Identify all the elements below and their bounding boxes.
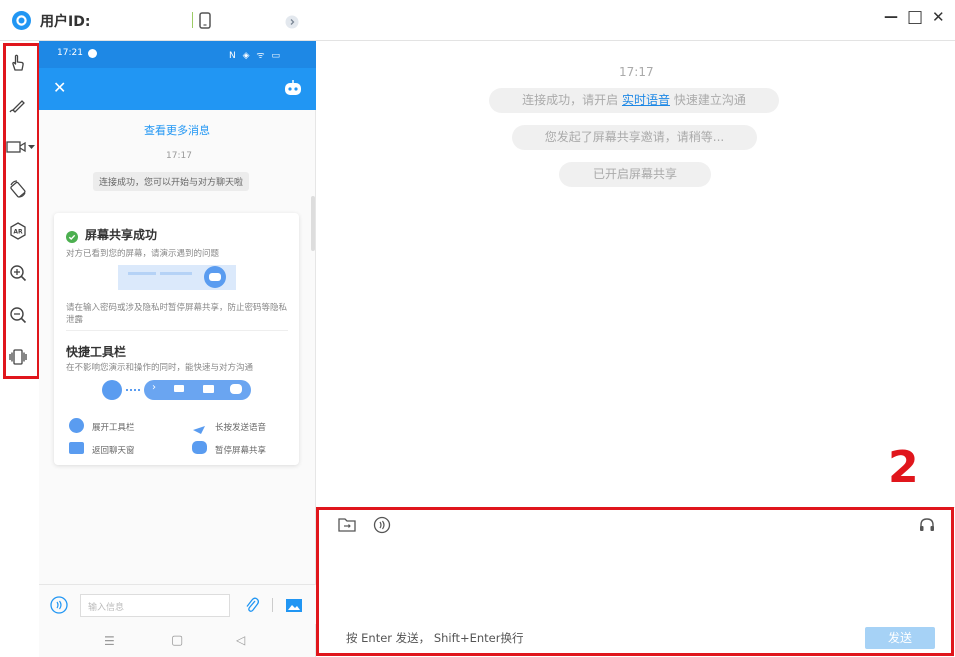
- annotation-box-2: [316, 507, 954, 656]
- phone-scrollbar[interactable]: [311, 196, 315, 251]
- title-divider: [192, 12, 193, 28]
- phone-voice-icon[interactable]: [50, 596, 68, 614]
- maximize-button[interactable]: □: [907, 7, 923, 27]
- image-icon[interactable]: [285, 598, 303, 613]
- phone-status-bar: 17:21 N ◈ ᯤ ▭: [39, 41, 316, 68]
- robot-icon[interactable]: [283, 79, 303, 97]
- voice-send-icon: [192, 420, 206, 434]
- screen-share-card: 屏幕共享成功 对方已看到您的屏幕，请演示遇到的问题 请在输入密码或涉及隐私时暂停…: [54, 213, 299, 465]
- success-check-icon: [66, 228, 78, 243]
- toolbar-item-expand: 展开工具栏: [92, 423, 135, 433]
- phone-screen[interactable]: 17:21 N ◈ ᯤ ▭ ✕ 查看更多消息 17:17 连接成功，您可以开始与…: [39, 41, 316, 657]
- phone-device-icon[interactable]: [199, 12, 211, 29]
- toolbar-title: 快捷工具栏: [66, 345, 127, 359]
- status-app-icon: [88, 49, 97, 58]
- card-divider: [66, 330, 288, 331]
- toolbar-item-chat: 返回聊天窗: [92, 446, 135, 456]
- toolbar-desc: 在不影响您演示和操作的同时，能快速与对方沟通: [66, 363, 254, 373]
- close-button[interactable]: ✕: [932, 8, 945, 26]
- phone-chat-time: 17:17: [166, 151, 192, 161]
- phone-header: ✕: [39, 68, 316, 110]
- card-subtitle: 对方已看到您的屏幕，请演示遇到的问题: [66, 249, 220, 259]
- more-messages-link[interactable]: 查看更多消息: [144, 122, 210, 138]
- app-logo-icon: [11, 10, 32, 31]
- input-separator: [272, 598, 273, 612]
- phone-input-placeholder: 输入信息: [88, 603, 125, 613]
- chat-message-sharing: 已开启屏幕共享: [559, 162, 711, 187]
- toolbar-item-voice: 长按发送语音: [215, 423, 267, 433]
- nav-menu-button[interactable]: ☰: [104, 634, 115, 648]
- pause-share-icon: [192, 441, 207, 454]
- title-bar: 用户ID: — □ ✕: [0, 0, 955, 41]
- annotation-box-1: [3, 43, 40, 379]
- chat-message-connected-prefix: 连接成功，请开启: [522, 93, 622, 107]
- share-illustration: [118, 265, 236, 290]
- user-id-label: 用户ID:: [40, 14, 91, 30]
- chat-return-icon: [69, 442, 84, 454]
- chat-message-connected: 连接成功，请开启 实时语音 快速建立沟通: [489, 88, 779, 113]
- card-title: 屏幕共享成功: [85, 228, 158, 242]
- toolbar-illustration: ›: [102, 378, 252, 402]
- status-time: 17:21: [57, 48, 83, 58]
- chat-message-connected-suffix: 快速建立沟通: [670, 93, 746, 107]
- phone-connected-notice: 连接成功，您可以开始与对方聊天啦: [93, 172, 250, 191]
- nav-back-button[interactable]: ◁: [236, 633, 245, 647]
- expand-arrow-icon[interactable]: [285, 14, 299, 29]
- status-icons: N ◈ ᯤ ▭: [229, 51, 282, 61]
- toolbar-item-pause: 暂停屏幕共享: [215, 446, 267, 456]
- expand-toolbar-icon: [69, 418, 84, 433]
- nav-home-button[interactable]: ▢: [171, 633, 183, 648]
- attach-icon[interactable]: [245, 596, 260, 614]
- phone-message-input[interactable]: 输入信息: [80, 594, 230, 617]
- annotation-label-2: 2: [888, 442, 919, 493]
- privacy-warning: 请在输入密码或涉及隐私时暂停屏幕共享，防止密码等隐私泄露: [66, 303, 288, 325]
- realtime-voice-link[interactable]: 实时语音: [622, 93, 670, 107]
- minimize-button[interactable]: —: [884, 9, 898, 25]
- phone-close-icon[interactable]: ✕: [53, 78, 66, 97]
- phone-input-bar: 输入信息: [39, 584, 316, 624]
- chat-message-invite: 您发起了屏幕共享邀请，请稍等...: [512, 125, 757, 150]
- chat-time: 17:17: [619, 65, 654, 79]
